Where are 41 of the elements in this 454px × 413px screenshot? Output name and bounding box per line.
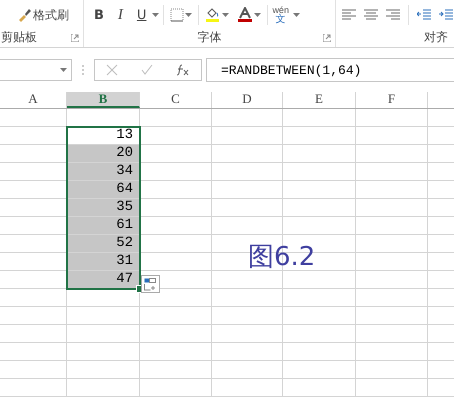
phonetic-guide-button[interactable]: wén 文 <box>272 6 289 24</box>
caret-icon <box>152 13 160 17</box>
brush-icon <box>18 8 32 22</box>
quick-analysis-button[interactable] <box>141 275 160 293</box>
table-cell: 13 <box>67 127 140 145</box>
group-label: 对齐 <box>424 29 448 46</box>
caret-icon <box>185 13 192 17</box>
function-icon[interactable] <box>176 64 190 76</box>
table-cell: 61 <box>67 217 140 235</box>
formula-field[interactable]: =RANDBETWEEN(1,64) <box>206 58 454 82</box>
table-cell: 52 <box>67 235 140 253</box>
column-header[interactable]: B <box>67 92 140 108</box>
group-label: 字体 <box>198 29 222 46</box>
table-cell: 64 <box>67 181 140 199</box>
align-icon[interactable] <box>364 9 378 21</box>
bold-button[interactable]: B <box>92 4 106 26</box>
border-icon <box>170 8 184 22</box>
caret-icon <box>222 13 230 17</box>
check-icon[interactable] <box>140 64 153 76</box>
align-icon[interactable] <box>386 9 400 21</box>
decrease-indent-icon[interactable] <box>417 9 431 21</box>
table-cell: 47 <box>67 271 140 289</box>
table-cell: 34 <box>67 163 140 181</box>
dialog-launcher-icon[interactable] <box>71 34 79 42</box>
group-label: 剪贴板 <box>1 29 37 46</box>
paint-bucket-icon <box>205 7 222 23</box>
format-painter-button[interactable]: 格式刷 <box>16 4 71 26</box>
underline-button[interactable]: U <box>134 4 148 26</box>
table-cell: 20 <box>67 145 140 163</box>
italic-button[interactable]: I <box>116 4 125 26</box>
align-icon[interactable] <box>342 9 356 21</box>
table-cell: 35 <box>67 199 140 217</box>
table-cell: 31 <box>67 253 140 271</box>
table-icon <box>144 278 157 290</box>
font-color-icon <box>237 7 254 23</box>
caret-icon <box>292 13 300 17</box>
caret-icon <box>254 13 262 17</box>
caret-icon <box>60 68 67 72</box>
figure-caption: 图6.2 <box>248 241 316 274</box>
increase-indent-icon[interactable] <box>439 9 453 21</box>
dialog-launcher-icon[interactable] <box>323 34 331 42</box>
